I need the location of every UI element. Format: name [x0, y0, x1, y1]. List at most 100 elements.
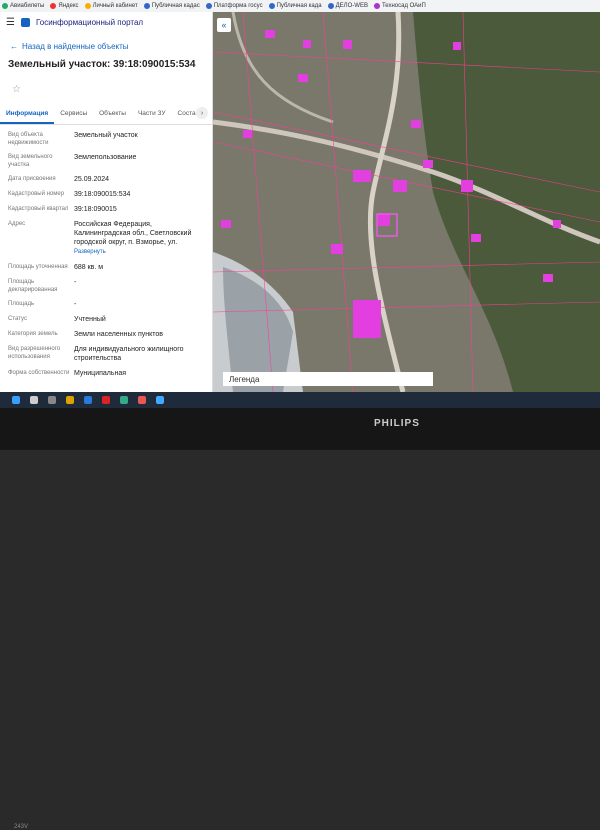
field-value: Российская Федерация, Калининградская об… — [74, 220, 204, 257]
back-link[interactable]: ← Назад в найденные объекты — [10, 42, 212, 51]
bookmark-icon — [84, 3, 91, 9]
field-value: - — [74, 300, 204, 309]
monitor-brand: PHILIPS — [374, 418, 420, 429]
screen: Авиабилеты Яндекс Личный кабинет Публичная … — [0, 0, 600, 392]
field-label: Вид разрешенного использования — [8, 346, 61, 360]
favorite-star-icon[interactable]: ☆ — [12, 84, 212, 95]
info-list: Вид объекта недвижимости Земельный участо… — [0, 131, 212, 378]
search-icon[interactable] — [30, 396, 38, 404]
expand-link[interactable]: Развернуть — [74, 249, 106, 255]
bookmark-item[interactable]: Техносад ОАиП — [373, 3, 426, 9]
field-value: Учтенный — [74, 315, 204, 324]
bookmark-icon — [268, 3, 275, 9]
bookmark-item[interactable]: ДЕЛО-WEB — [327, 3, 368, 9]
bookmark-item[interactable]: Авиабилеты — [2, 3, 44, 9]
info-row: Кадастровый номер 39:18:090015:534 — [8, 190, 204, 199]
folder-icon[interactable] — [66, 396, 74, 404]
field-label: Вид земельного участка — [8, 154, 53, 168]
field-value-text: Землепользование — [74, 154, 137, 161]
bookmark-icon — [50, 3, 57, 9]
info-row: Вид разрешенного использования Для индиви… — [8, 345, 204, 363]
info-row: Вид объекта недвижимости Земельный участо… — [8, 131, 204, 147]
bookmark-label: Авиабилеты — [10, 3, 45, 9]
bookmark-icon — [205, 3, 212, 9]
field-label: Площадь уточненная — [8, 264, 68, 270]
field-value-text: 25.09.2024 — [74, 176, 110, 183]
app-icon[interactable] — [156, 396, 164, 404]
info-row: Вид земельного участка Землепользование — [8, 153, 204, 169]
bookmark-icon — [327, 3, 334, 9]
app-icon[interactable] — [102, 396, 110, 404]
app-title: Госинформационный портал — [35, 17, 144, 27]
info-row: Форма собственности Муниципальная — [8, 369, 204, 378]
bookmark-item[interactable]: Публичная када — [268, 3, 322, 9]
tab-1[interactable]: Сервисы — [54, 105, 93, 124]
legend-label: Легенда — [229, 374, 260, 384]
monitor-bezel: 243V — [0, 408, 600, 830]
field-value-text: Для индивидуального жилищного строительс… — [74, 346, 184, 362]
field-value-text: Муниципальная — [74, 370, 127, 377]
bookmark-label: Публичная кадас — [151, 3, 200, 9]
app-icon[interactable] — [120, 396, 128, 404]
field-value-text: - — [74, 279, 77, 286]
app-bar: ☰ Госинформационный портал — [0, 12, 212, 32]
bookmark-item[interactable]: Публичная кадас — [143, 3, 200, 9]
field-value-text: Российская Федерация, Калининградская об… — [74, 221, 192, 246]
field-label: Дата присвоения — [8, 176, 56, 182]
field-value-text: Земли населенных пунктов — [74, 331, 164, 338]
field-value-text: Земельный участок — [74, 132, 138, 139]
windows-start-icon[interactable] — [12, 396, 20, 404]
bookmark-label: Платформа госус — [213, 3, 263, 9]
field-label: Адрес — [8, 221, 26, 227]
field-value: Земли населенных пунктов — [74, 330, 204, 339]
legend-panel[interactable]: Легенда — [223, 372, 433, 386]
field-label: Площадь — [8, 301, 35, 307]
bookmark-item[interactable]: Яндекс — [50, 3, 79, 9]
bookmark-label: ДЕЛО-WEB — [335, 3, 368, 9]
back-label: Назад в найденные объекты — [22, 42, 129, 51]
portal-logo-icon — [20, 17, 30, 27]
field-label: Вид объекта недвижимости — [8, 132, 49, 146]
info-row: Адрес Российская Федерация, Калининградск… — [8, 220, 204, 257]
field-label: Площадь декларированная — [8, 279, 58, 293]
satellite-map[interactable] — [213, 12, 600, 392]
bookmark-icon — [143, 3, 150, 9]
arrow-left-icon: ← — [10, 42, 18, 51]
field-value: 688 кв. м — [74, 263, 204, 272]
field-value-text: Учтенный — [74, 316, 106, 323]
field-value: 25.09.2024 — [74, 175, 204, 184]
field-label: Статус — [8, 316, 27, 322]
bookmark-item[interactable]: Платформа госус — [205, 3, 263, 9]
tab-3[interactable]: Части ЗУ — [132, 105, 172, 124]
tab-bar: Информация Сервисы Объекты Части ЗУ Соста › — [0, 105, 212, 125]
field-value: Для индивидуального жилищного строительс… — [74, 345, 204, 363]
tab-2[interactable]: Объекты — [93, 105, 132, 124]
field-label: Кадастровый квартал — [8, 206, 69, 212]
field-value-text: 39:18:090015:534 — [74, 191, 131, 198]
bookmark-label: Техносад ОАиП — [381, 3, 426, 9]
page-title: Земельный участок: 39:18:090015:534 — [8, 59, 196, 70]
info-row: Кадастровый квартал 39:18:090015 — [8, 205, 204, 214]
app-icon[interactable] — [138, 396, 146, 404]
field-label: Форма собственности — [8, 370, 70, 376]
chevron-right-icon[interactable]: › — [196, 107, 208, 119]
map-view[interactable]: « Легенда — [213, 12, 600, 392]
edge-icon[interactable] — [84, 396, 92, 404]
field-value: Земельный участок — [74, 131, 204, 147]
tab-0[interactable]: Информация — [0, 105, 55, 124]
bookmark-label: Публичная када — [276, 3, 322, 9]
bookmark-label: Личный кабинет — [92, 3, 138, 9]
info-row: Дата присвоения 25.09.2024 — [8, 175, 204, 184]
field-value-text: 688 кв. м — [74, 264, 104, 271]
field-value: - — [74, 278, 204, 294]
taskbar — [0, 392, 600, 408]
field-label: Кадастровый номер — [8, 191, 65, 197]
sidebar: ☰ Госинформационный портал ← Назад в най… — [0, 12, 213, 392]
menu-icon[interactable]: ☰ — [6, 17, 15, 28]
collapse-panel-button[interactable]: « — [217, 18, 231, 32]
field-value: Муниципальная — [74, 369, 204, 378]
bookmark-label: Яндекс — [58, 3, 79, 9]
bookmark-item[interactable]: Личный кабинет — [84, 3, 138, 9]
task-view-icon[interactable] — [48, 396, 56, 404]
info-row: Площадь - — [8, 300, 204, 309]
